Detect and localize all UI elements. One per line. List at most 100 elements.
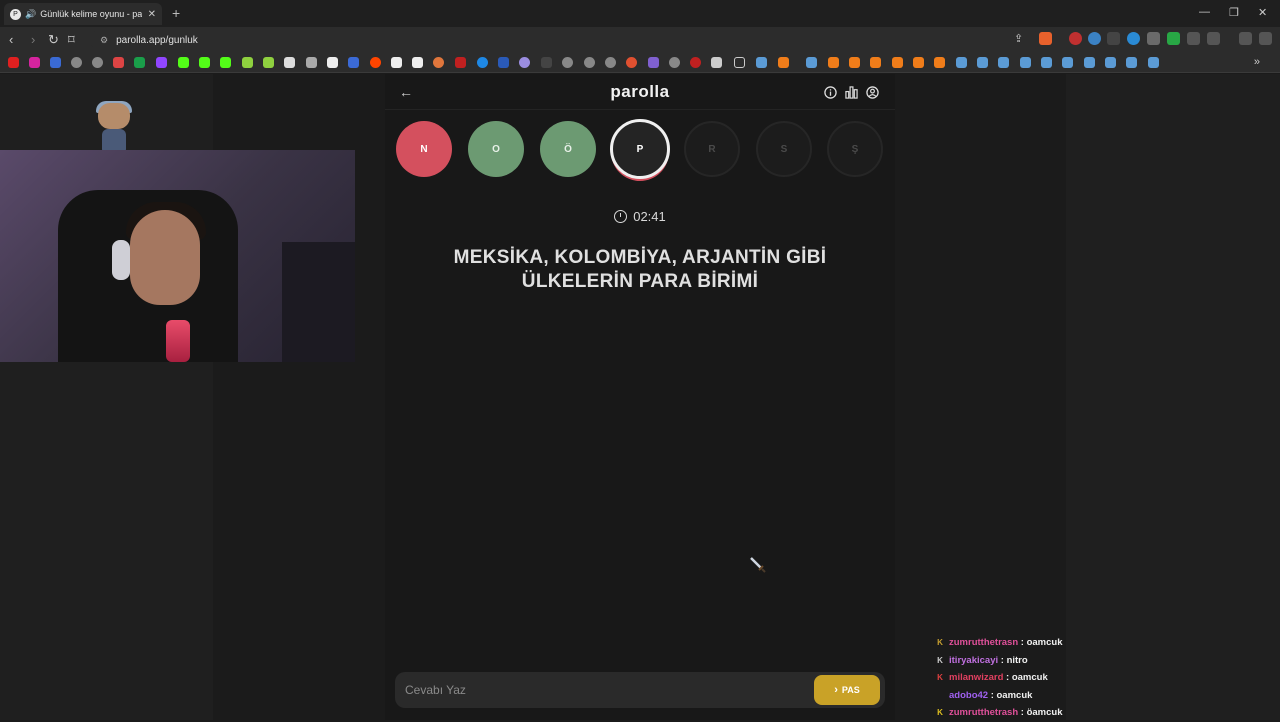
bookmark-icon[interactable] bbox=[711, 57, 722, 68]
audio-playing-icon[interactable]: 🔊 bbox=[25, 9, 36, 20]
clock-icon bbox=[614, 210, 628, 223]
steam-bookmark-icon[interactable] bbox=[1020, 57, 1031, 68]
kick-bookmark-icon[interactable] bbox=[178, 57, 189, 68]
steam-bookmark-icon[interactable] bbox=[1062, 57, 1073, 68]
bookmark-icon[interactable] bbox=[870, 57, 881, 68]
bookmark-icon[interactable] bbox=[778, 57, 789, 68]
site-info-icon[interactable]: ⚙ bbox=[100, 35, 108, 46]
streamer-face bbox=[130, 210, 200, 305]
drive-bookmark-icon[interactable] bbox=[134, 57, 145, 68]
bookmark-icon[interactable] bbox=[913, 57, 924, 68]
youtube-bookmark-icon[interactable] bbox=[8, 57, 19, 68]
steam-bookmark-icon[interactable] bbox=[1084, 57, 1095, 68]
more-bookmarks-icon[interactable]: » bbox=[1254, 56, 1260, 68]
bookmark-icon[interactable] bbox=[455, 57, 466, 68]
window-close-icon[interactable]: ✕ bbox=[1258, 6, 1267, 19]
url-text: parolla.app/gunluk bbox=[116, 34, 198, 46]
info-icon[interactable] bbox=[824, 86, 837, 99]
stats-icon[interactable] bbox=[845, 86, 858, 99]
bookmark-icon[interactable] bbox=[605, 57, 616, 68]
chat-badge-icon: K bbox=[937, 638, 943, 648]
bookmark-icon[interactable] bbox=[433, 57, 444, 68]
bookmark-icon[interactable] bbox=[828, 57, 839, 68]
folder-icon[interactable] bbox=[734, 57, 745, 68]
answer-input[interactable] bbox=[405, 680, 805, 700]
twitch-bookmark-icon[interactable] bbox=[156, 57, 167, 68]
extension-icon[interactable] bbox=[1107, 32, 1120, 45]
sidebar-icon[interactable] bbox=[1207, 32, 1220, 45]
chat-text: : oamcuk bbox=[990, 689, 1033, 701]
share-icon[interactable]: ⇪ bbox=[1014, 32, 1023, 45]
bookmark-icon[interactable] bbox=[669, 57, 680, 68]
bookmark-icon[interactable] bbox=[519, 57, 530, 68]
steam-bookmark-icon[interactable] bbox=[1105, 57, 1116, 68]
restore-icon[interactable]: ❐ bbox=[1229, 6, 1239, 19]
steam-bookmark-icon[interactable] bbox=[956, 57, 967, 68]
webcam-overlay bbox=[0, 150, 355, 362]
extension-icon[interactable] bbox=[1127, 32, 1140, 45]
extension-icon[interactable] bbox=[1069, 32, 1082, 45]
bookmark-icon[interactable] bbox=[626, 57, 637, 68]
letter-circle: Ö bbox=[540, 121, 596, 177]
bookmark-icon[interactable] bbox=[412, 57, 423, 68]
minimize-icon[interactable]: — bbox=[1199, 6, 1210, 18]
bookmark-icon[interactable] bbox=[690, 57, 701, 68]
bookmark-icon[interactable] bbox=[242, 57, 253, 68]
bookmark-icon[interactable] bbox=[92, 57, 103, 68]
gmail-bookmark-icon[interactable] bbox=[113, 57, 124, 68]
bookmark-icon[interactable]: ⌑ bbox=[68, 32, 75, 48]
url-field[interactable]: ⚙ parolla.app/gunluk bbox=[90, 30, 1040, 50]
pass-button[interactable]: › PAS bbox=[814, 675, 880, 705]
steam-bookmark-icon[interactable] bbox=[756, 57, 767, 68]
brave-shield-icon[interactable] bbox=[1039, 32, 1052, 45]
back-arrow-icon[interactable]: ‹ bbox=[9, 32, 13, 47]
letter-circle: O bbox=[468, 121, 524, 177]
chat-badge-icon: K bbox=[937, 655, 943, 665]
bookmark-icon[interactable] bbox=[584, 57, 595, 68]
x-bookmark-icon[interactable] bbox=[327, 57, 338, 68]
right-panel bbox=[1066, 74, 1280, 720]
media-icon[interactable] bbox=[1239, 32, 1252, 45]
letter-progress: N O Ö P R S Ş bbox=[396, 119, 886, 181]
bookmark-icon[interactable] bbox=[934, 57, 945, 68]
bookmark-icon[interactable] bbox=[284, 57, 295, 68]
steam-bookmark-icon[interactable] bbox=[1148, 57, 1159, 68]
kick-extension-icon[interactable] bbox=[1167, 32, 1180, 45]
kick-bookmark-icon[interactable] bbox=[220, 57, 231, 68]
extension-icon[interactable] bbox=[1088, 32, 1101, 45]
bookmark-icon[interactable] bbox=[306, 57, 317, 68]
bookmark-icon[interactable] bbox=[541, 57, 552, 68]
reddit-bookmark-icon[interactable] bbox=[370, 57, 381, 68]
letter-circle: S bbox=[756, 121, 812, 177]
bookmark-icon[interactable] bbox=[849, 57, 860, 68]
instagram-bookmark-icon[interactable] bbox=[29, 57, 40, 68]
steam-bookmark-icon[interactable] bbox=[977, 57, 988, 68]
bookmark-icon[interactable] bbox=[71, 57, 82, 68]
letter-circle: N bbox=[396, 121, 452, 177]
bookmark-icon[interactable] bbox=[348, 57, 359, 68]
new-tab-icon[interactable]: + bbox=[172, 5, 180, 21]
bookmark-icon[interactable] bbox=[562, 57, 573, 68]
bookmark-icon[interactable] bbox=[648, 57, 659, 68]
reload-icon[interactable]: ↻ bbox=[48, 32, 59, 48]
tab-close-icon[interactable]: ✕ bbox=[148, 9, 156, 20]
menu-icon[interactable] bbox=[1259, 32, 1272, 45]
steam-bookmark-icon[interactable] bbox=[1041, 57, 1052, 68]
browser-tab[interactable]: P 🔊 Günlük kelime oyunu - paroll ✕ bbox=[4, 3, 162, 25]
kick-bookmark-icon[interactable] bbox=[199, 57, 210, 68]
answer-bar: › PAS bbox=[395, 672, 885, 708]
extension-icon[interactable] bbox=[1147, 32, 1160, 45]
steam-bookmark-icon[interactable] bbox=[806, 57, 817, 68]
forward-arrow-icon[interactable]: › bbox=[31, 32, 35, 47]
bookmark-icon[interactable] bbox=[391, 57, 402, 68]
profile-icon[interactable] bbox=[866, 86, 879, 99]
bookmark-icon[interactable] bbox=[263, 57, 274, 68]
sword-cursor-icon bbox=[750, 557, 766, 573]
steam-bookmark-icon[interactable] bbox=[998, 57, 1009, 68]
puzzle-extensions-icon[interactable] bbox=[1187, 32, 1200, 45]
bookmark-icon[interactable] bbox=[498, 57, 509, 68]
bookmark-icon[interactable] bbox=[477, 57, 488, 68]
steam-bookmark-icon[interactable] bbox=[1126, 57, 1137, 68]
bookmark-icon[interactable] bbox=[50, 57, 61, 68]
bookmark-icon[interactable] bbox=[892, 57, 903, 68]
